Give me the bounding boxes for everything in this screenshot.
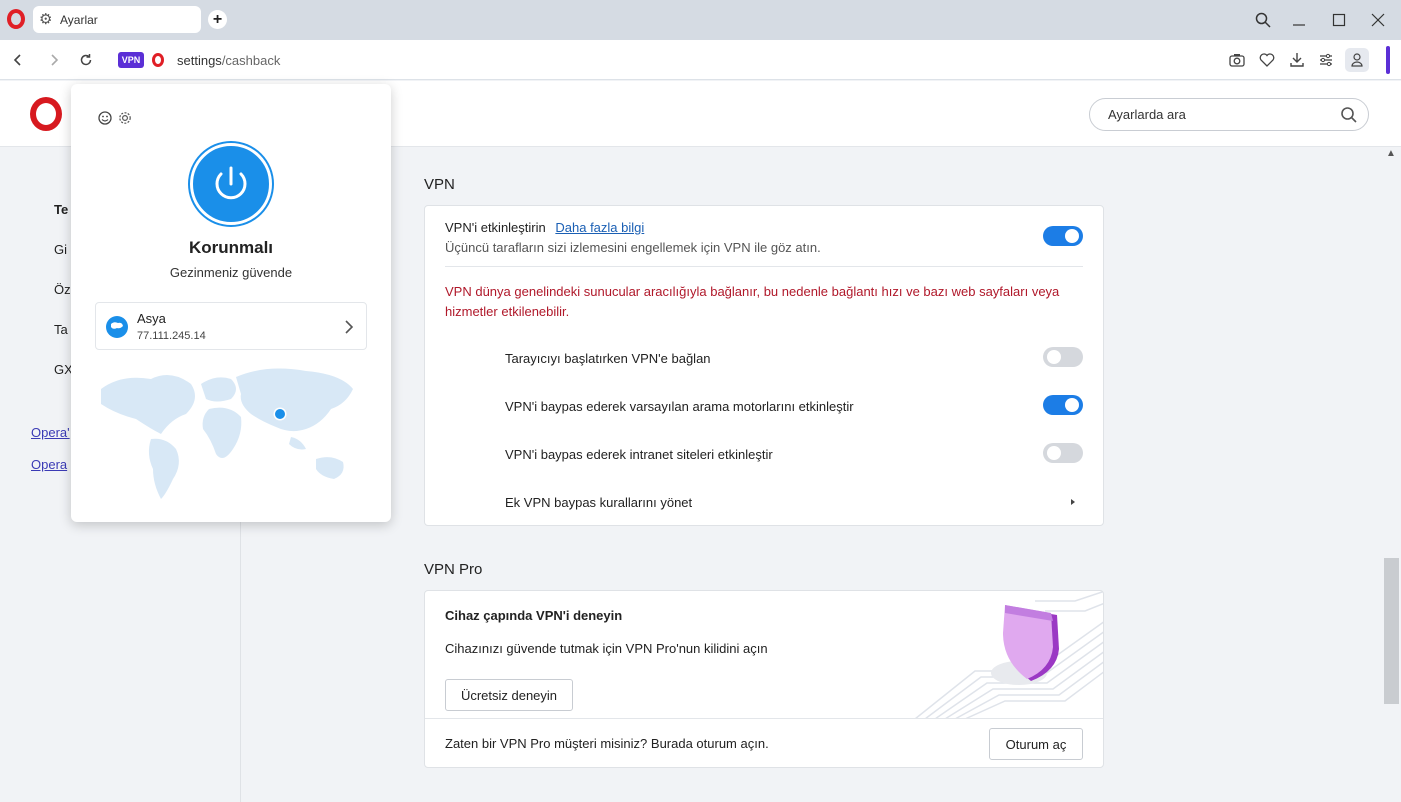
divider	[445, 266, 1083, 267]
toggle-knob	[1047, 446, 1061, 460]
gear-icon: ⚙	[39, 10, 53, 28]
heart-icon[interactable]	[1257, 50, 1277, 70]
login-button[interactable]: Oturum aç	[989, 728, 1083, 760]
vpn-badge-button[interactable]: VPN	[118, 52, 144, 68]
vpn-enable-label: VPN'i etkinleştirin	[445, 220, 546, 235]
minimize-button[interactable]	[1287, 8, 1311, 32]
vpn-enable-row: VPN'i etkinleştirin Daha fazla bilgi	[445, 220, 644, 235]
nav-item-features[interactable]: Öz	[54, 282, 71, 297]
nav-item-gx[interactable]: GX	[54, 362, 73, 377]
nav-item-privacy[interactable]: Gi	[54, 242, 67, 257]
camera-icon[interactable]	[1227, 50, 1247, 70]
easy-setup-icon[interactable]	[1316, 50, 1336, 70]
manage-bypass-rules-link[interactable]: Ek VPN baypas kurallarını yönet	[505, 495, 692, 510]
opera-site-icon	[152, 53, 164, 67]
toggle-knob	[1047, 350, 1061, 364]
vpn-pro-card-desc: Cihazınızı güvende tutmak için VPN Pro'n…	[445, 641, 768, 656]
url-path: /cashback	[221, 53, 281, 68]
vpn-warning: VPN dünya genelindeki sunucular aracılığ…	[445, 284, 1060, 319]
vpn-pro-card: Cihaz çapında VPN'i deneyin Cihazınızı g…	[424, 590, 1104, 768]
vpn-option-autoconnect-label: Tarayıcıyı başlatırken VPN'e bağlan	[505, 351, 711, 366]
chevron-right-icon[interactable]	[1069, 496, 1077, 508]
world-map	[101, 368, 353, 499]
scrollbar-thumb[interactable]	[1384, 558, 1399, 704]
nav-link-opera-1[interactable]: Opera'	[31, 425, 70, 440]
sidebar-indicator[interactable]	[1386, 46, 1390, 74]
scroll-up-arrow[interactable]: ▲	[1384, 148, 1398, 162]
url-host: settings	[177, 53, 222, 68]
tab-strip: ⚙ Ayarlar +	[0, 0, 1401, 40]
opera-menu-icon[interactable]	[7, 9, 25, 29]
tab-settings[interactable]: ⚙ Ayarlar	[33, 6, 201, 33]
nav-item-basic[interactable]: Te	[54, 202, 68, 217]
vpn-enable-toggle[interactable]	[1043, 226, 1083, 246]
vpn-pro-card-title: Cihaz çapında VPN'i deneyin	[445, 608, 623, 623]
feedback-smiley-icon[interactable]	[97, 110, 113, 126]
vpn-section-title: VPN	[424, 176, 455, 193]
settings-search-input[interactable]	[1108, 107, 1328, 122]
vpn-option-autoconnect-toggle[interactable]	[1043, 347, 1083, 367]
back-button[interactable]	[8, 50, 28, 70]
divider	[425, 718, 1103, 719]
toggle-knob	[1065, 398, 1079, 412]
chevron-right-icon	[345, 320, 354, 334]
search-icon[interactable]	[1340, 106, 1358, 124]
search-tabs-icon[interactable]	[1251, 8, 1275, 32]
power-icon	[215, 166, 247, 200]
vpn-option-search-bypass-toggle[interactable]	[1043, 395, 1083, 415]
vpn-card: VPN'i etkinleştirin Daha fazla bilgi Üçü…	[424, 205, 1104, 526]
vpn-status-subtitle: Gezinmeniz güvende	[169, 265, 293, 280]
vpn-location-ip: 77.111.245.14	[137, 330, 206, 342]
learn-more-link[interactable]: Daha fazla bilgi	[555, 220, 644, 235]
maximize-button[interactable]	[1327, 8, 1351, 32]
tab-title: Ayarlar	[60, 12, 98, 27]
gear-icon[interactable]	[117, 110, 133, 126]
vpn-location-name: Asya	[137, 311, 166, 326]
vpn-option-intranet-bypass-label: VPN'i baypas ederek intranet siteleri et…	[505, 447, 773, 462]
shield-illustration	[915, 591, 1103, 719]
vpn-pro-existing-text: Zaten bir VPN Pro müşteri misiniz? Burad…	[445, 736, 769, 751]
opera-logo-icon	[30, 97, 62, 131]
vpn-option-search-bypass-label: VPN'i baypas ederek varsayılan arama mot…	[505, 399, 854, 414]
globe-icon	[106, 316, 128, 338]
vpn-option-intranet-bypass-toggle[interactable]	[1043, 443, 1083, 463]
settings-search[interactable]	[1089, 98, 1369, 131]
url-field[interactable]: settings/cashback	[177, 53, 280, 68]
nav-item-browser[interactable]: Ta	[54, 322, 68, 337]
vpn-enable-desc: Üçüncü tarafların sizi izlemesini engell…	[445, 240, 821, 255]
nav-link-opera-2[interactable]: Opera	[31, 457, 67, 472]
toggle-knob	[1065, 229, 1079, 243]
vpn-location-selector[interactable]: Asya 77.111.245.14	[95, 302, 367, 350]
new-tab-button[interactable]: +	[208, 10, 227, 29]
close-button[interactable]	[1366, 8, 1390, 32]
forward-button[interactable]	[44, 50, 64, 70]
reload-button[interactable]	[76, 50, 96, 70]
try-free-button[interactable]: Ücretsiz deneyin	[445, 679, 573, 711]
profile-icon[interactable]	[1345, 48, 1369, 72]
vpn-status-title: Korunmalı	[188, 238, 274, 257]
vpn-popup: Korunmalı Gezinmeniz güvende Asya 77.111…	[71, 84, 391, 522]
vpn-pro-section-title: VPN Pro	[424, 561, 483, 578]
vpn-power-button[interactable]	[190, 143, 272, 225]
download-icon[interactable]	[1287, 50, 1307, 70]
